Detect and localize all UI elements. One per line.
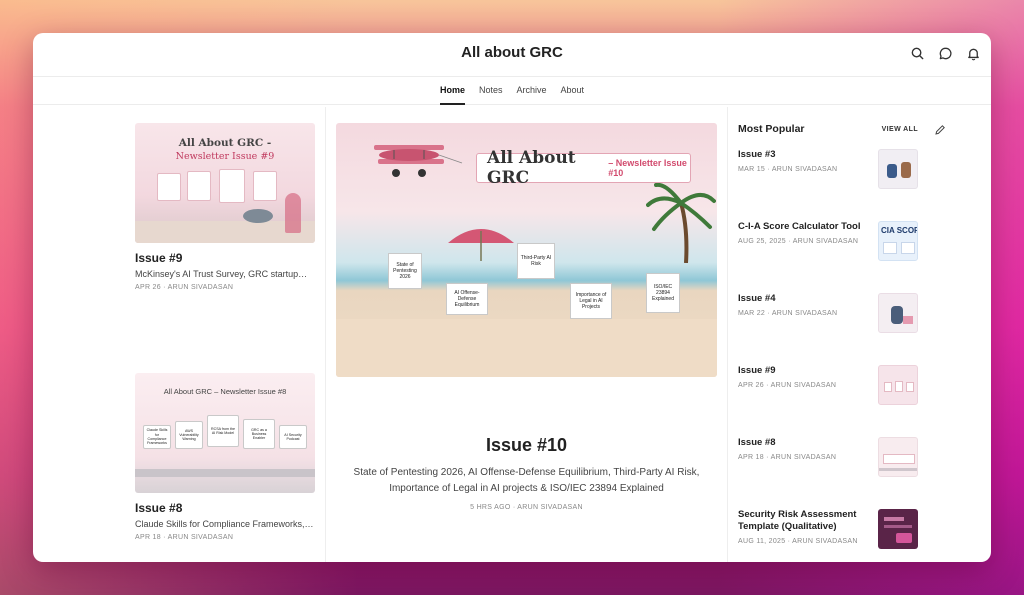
thumb-title: All About GRC - xyxy=(178,137,272,149)
popular-item-thumbnail[interactable] xyxy=(878,293,918,333)
thumb-board xyxy=(219,169,245,203)
site-title[interactable]: All about GRC xyxy=(33,44,991,61)
post-subtitle[interactable]: McKinsey's AI Trust Survey, GRC startup… xyxy=(135,269,316,279)
hero-banner-subtitle: – Newsletter Issue #10 xyxy=(608,158,687,178)
popular-item-title[interactable]: Issue #9 xyxy=(738,365,863,377)
tab-about[interactable]: About xyxy=(561,85,585,105)
post-meta: APR 26 · ARUN SIVADASAN xyxy=(135,284,234,291)
hero-banner-title: All About GRC xyxy=(487,148,576,188)
popular-item-thumbnail[interactable] xyxy=(878,437,918,477)
thumb-highway xyxy=(135,469,315,477)
thumb-fish xyxy=(243,209,273,223)
popular-item-title[interactable]: Issue #3 xyxy=(738,149,863,161)
post-meta: APR 18 · ARUN SIVADASAN xyxy=(135,534,234,541)
featured-image[interactable]: All About GRC – Newsletter Issue #10 Sta… xyxy=(336,123,717,377)
popular-item-thumbnail[interactable]: CIA SCOR xyxy=(878,221,918,261)
popular-item-title[interactable]: Issue #4 xyxy=(738,293,863,305)
top-icons xyxy=(910,46,981,61)
popular-item-thumbnail[interactable] xyxy=(878,149,918,189)
post-subtitle[interactable]: Claude Skills for Compliance Frameworks,… xyxy=(135,519,316,529)
popular-item[interactable]: Issue #9 APR 26 · ARUN SIVADASAN xyxy=(738,365,918,437)
popular-item[interactable]: Issue #8 APR 18 · ARUN SIVADASAN xyxy=(738,437,918,509)
hero-banner: All About GRC – Newsletter Issue #10 xyxy=(476,148,691,188)
most-popular-heading: Most Popular xyxy=(738,123,805,135)
pencil-icon[interactable] xyxy=(934,123,946,135)
popular-item[interactable]: Issue #3 MAR 15 · ARUN SIVADASAN xyxy=(738,149,918,221)
column-divider xyxy=(727,107,728,562)
view-all-link[interactable]: VIEW ALL xyxy=(882,126,918,133)
popular-item-title[interactable]: Security Risk Assessment Template (Quali… xyxy=(738,509,863,533)
popular-item-title[interactable]: C-I-A Score Calculator Tool xyxy=(738,221,863,233)
content-area: All About GRC - Newsletter Issue #9 Issu… xyxy=(33,107,991,562)
top-bar: All about GRC xyxy=(33,33,991,77)
thumb-board: AI Security Podcast xyxy=(279,425,307,449)
hero-sign: State of Pentesting 2026 xyxy=(388,253,422,289)
popular-item-thumbnail[interactable] xyxy=(878,365,918,405)
chat-icon[interactable] xyxy=(938,46,953,61)
app-window: All about GRC Home Notes Archive About A… xyxy=(33,33,991,562)
left-column: All About GRC - Newsletter Issue #9 Issu… xyxy=(135,123,316,541)
tab-home[interactable]: Home xyxy=(439,85,465,105)
most-popular-header: Most Popular VIEW ALL xyxy=(738,123,918,135)
nav-tabs: Home Notes Archive About xyxy=(33,77,991,105)
featured-post[interactable]: All About GRC – Newsletter Issue #10 Sta… xyxy=(336,123,717,511)
most-popular-section: Most Popular VIEW ALL Issue #3 MAR 15 · … xyxy=(738,123,945,562)
featured-subtitle[interactable]: State of Pentesting 2026, AI Offense-Def… xyxy=(336,465,717,496)
thumb-board: Claude Skills for Compliance Frameworks xyxy=(143,425,171,449)
biplane-illustration xyxy=(374,145,463,177)
hero-sign: ISO/IEC 23894 Explained xyxy=(646,273,680,313)
search-icon[interactable] xyxy=(910,46,925,61)
post-title[interactable]: Issue #9 xyxy=(135,251,316,265)
sand xyxy=(336,319,717,377)
tab-archive[interactable]: Archive xyxy=(516,85,546,105)
thumb-coral xyxy=(285,193,301,233)
post-thumbnail[interactable]: All About GRC – Newsletter Issue #8 Clau… xyxy=(135,373,315,493)
post-card[interactable]: All About GRC - Newsletter Issue #9 Issu… xyxy=(135,123,316,291)
thumb-board xyxy=(187,171,211,201)
column-divider xyxy=(325,107,326,562)
popular-item-title[interactable]: Issue #8 xyxy=(738,437,863,449)
thumb-title: All About GRC – Newsletter Issue #8 xyxy=(163,387,287,396)
featured-meta: 5 HRS AGO · ARUN SIVADASAN xyxy=(470,504,583,511)
thumb-subtitle: Newsletter Issue #9 xyxy=(175,151,275,162)
hero-sign: Third-Party AI Risk xyxy=(517,243,555,279)
popular-item-thumbnail[interactable] xyxy=(878,509,918,549)
palm-tree-illustration xyxy=(646,183,716,263)
post-title[interactable]: Issue #8 xyxy=(135,501,316,515)
thumb-board: RCSA from the AI Risk Model xyxy=(207,415,239,447)
popular-item[interactable]: C-I-A Score Calculator Tool AUG 25, 2025… xyxy=(738,221,918,293)
popular-item[interactable]: Security Risk Assessment Template (Quali… xyxy=(738,509,918,562)
popular-item[interactable]: Issue #4 MAR 22 · ARUN SIVADASAN xyxy=(738,293,918,365)
featured-title[interactable]: Issue #10 xyxy=(336,435,717,456)
tab-notes[interactable]: Notes xyxy=(479,85,503,105)
hero-sign: AI Offense-Defense Equilibrium xyxy=(446,283,488,315)
post-thumbnail[interactable]: All About GRC - Newsletter Issue #9 xyxy=(135,123,315,243)
bell-icon[interactable] xyxy=(966,46,981,61)
thumbnail-text: CIA SCOR xyxy=(881,226,918,235)
thumb-board xyxy=(157,173,181,201)
hero-sign: Importance of Legal in AI Projects xyxy=(570,283,612,319)
umbrella-illustration xyxy=(448,229,514,261)
post-card[interactable]: All About GRC – Newsletter Issue #8 Clau… xyxy=(135,373,316,541)
thumb-board: AWS Vulnerability Warning xyxy=(175,421,203,449)
thumb-board: GRC as a Business Enabler xyxy=(243,419,275,449)
thumb-board xyxy=(253,171,277,201)
